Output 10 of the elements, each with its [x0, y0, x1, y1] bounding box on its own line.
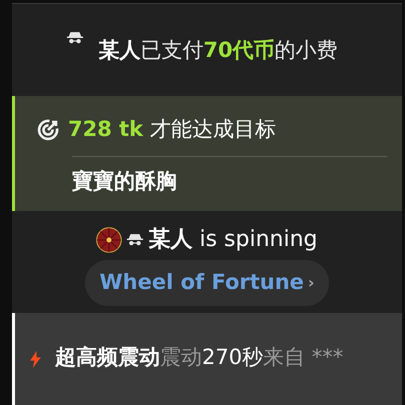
- target-icon: [36, 118, 60, 142]
- tip-message: 某人已支付70代币的小费: [97, 37, 339, 64]
- incognito-icon: [126, 233, 144, 246]
- wheel-icon: [96, 226, 122, 252]
- vibration-message: 超高频震动震动270秒来自 ***: [55, 344, 344, 371]
- wheel-of-fortune-link[interactable]: Wheel of Fortune ›: [85, 260, 329, 306]
- goal-title: 寶寶的酥胸: [72, 168, 178, 194]
- incognito-icon: [66, 30, 84, 44]
- lightning-icon: [29, 350, 42, 368]
- spin-message: 某人 is spinning: [148, 226, 318, 254]
